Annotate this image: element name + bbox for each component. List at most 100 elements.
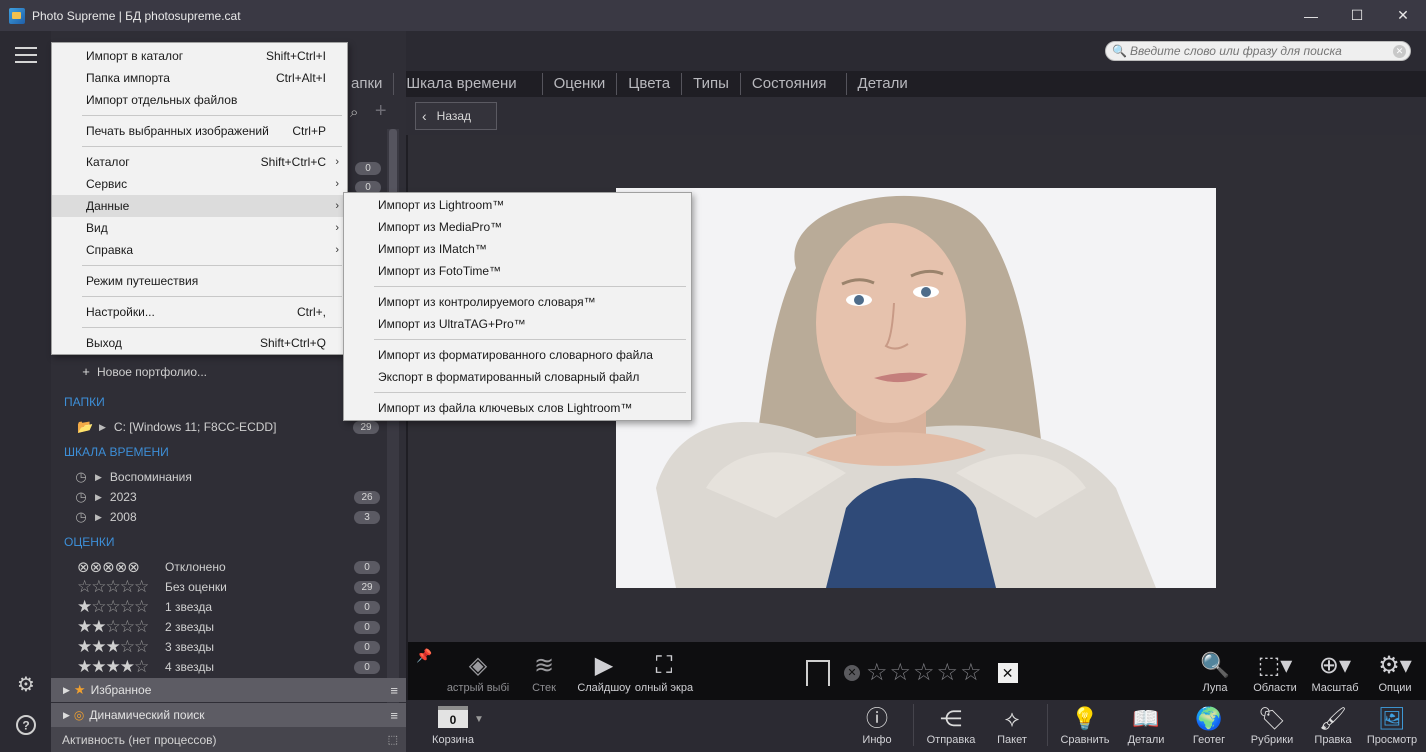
expand-arrow-icon[interactable]: ▶ [95,472,102,483]
folder-count-badge: 29 [353,420,379,434]
panel-menu-icon[interactable]: ≡ [390,708,398,723]
search-icon[interactable]: ⌕ [350,104,358,121]
back-button[interactable]: ‹ Назад [415,102,497,130]
menu-item-help[interactable]: Справка › [52,239,347,261]
minimize-button[interactable]: — [1288,0,1334,31]
folders-section-title[interactable]: ПАПКИ [64,395,105,409]
help-icon[interactable]: ? [14,714,38,738]
star-icon[interactable]: ☆ [866,658,888,687]
flag-icon[interactable] [806,659,830,686]
rating-row[interactable]: ★☆☆☆☆ 1 звезда 0 [77,597,384,617]
basket-label: Корзина [432,734,474,746]
rating-row[interactable]: ★★☆☆☆ 2 звезды 0 [77,617,384,637]
submenu-item-export-formatted-file[interactable]: Экспорт в форматированный словарный файл [344,366,691,388]
star-icon[interactable]: ☆ [890,658,912,687]
fullscreen-button[interactable]: ⛶ олный экра [624,650,704,694]
clock-icon: ◷ [75,509,87,524]
submenu-arrow-icon: › [335,178,339,190]
expand-arrow-icon[interactable]: ▶ [95,512,102,523]
options-button[interactable]: ⚙▾ Опции [1355,650,1426,694]
hamburger-menu-icon[interactable] [15,47,37,63]
menu-item-view[interactable]: Вид › [52,217,347,239]
info-button[interactable]: ⓘ Инфо [843,704,911,746]
star-icon[interactable]: ☆ [913,658,935,687]
expand-arrow-icon[interactable]: ▶ [95,492,102,503]
star-icon: ★ [73,682,86,697]
tab-ratings[interactable]: Оценки [541,73,617,95]
rating-row[interactable]: ★★★☆☆ 3 звезды 0 [77,637,384,657]
submenu-item-import-mediapro[interactable]: Импорт из MediaPro™ [344,216,691,238]
app-logo-icon [9,7,25,24]
maximize-button[interactable]: ☐ [1334,0,1380,31]
categories-button[interactable]: 🏷 Рубрики [1238,704,1306,746]
edit-button[interactable]: 🖌 Правка [1299,704,1367,746]
menu-item-import-catalog[interactable]: Импорт в каталог Shift+Ctrl+I [52,45,347,67]
search-input[interactable] [1130,44,1380,58]
basket-button[interactable]: 0 Корзина [428,704,478,746]
submenu-item-import-vocabulary[interactable]: Импорт из контролируемого словаря™ [344,291,691,313]
search-box[interactable]: 🔍 ✕ [1105,41,1411,61]
submenu-item-import-ultratag[interactable]: Импорт из UltraTAG+Pro™ [344,313,691,335]
menu-separator [82,265,342,266]
menu-item-service[interactable]: Сервис › [52,173,347,195]
add-icon[interactable]: + [375,100,387,122]
folder-row[interactable]: 📂 ▶ C: [Windows 11; F8CC-ECDD] 29 [77,417,384,437]
tab-colors[interactable]: Цвета [616,73,681,95]
menu-item-travel-mode[interactable]: Режим путешествия [52,270,347,292]
preview-image[interactable] [616,188,1216,588]
rating-row[interactable]: ☆☆☆☆☆ Без оценки 29 [77,577,384,597]
settings-gear-icon[interactable]: ⚙ [14,673,38,697]
batch-label: Пакет [997,734,1027,746]
ratings-section-title[interactable]: ОЦЕНКИ [64,535,115,549]
expand-arrow-icon[interactable]: ▶ [99,422,106,433]
tab-types[interactable]: Типы [681,73,740,95]
zoom-label: Масштаб [1311,682,1359,694]
compare-button[interactable]: 💡 Сравнить [1051,704,1119,746]
star-icon[interactable]: ☆ [960,658,982,687]
search-icon[interactable]: 🔍 [1112,44,1130,58]
batch-button[interactable]: ⟡ Пакет [978,704,1046,746]
dynamic-search-panel-header[interactable]: ▶ ◎ Динамический поиск ≡ [51,703,406,727]
menu-item-catalog[interactable]: Каталог Shift+Ctrl+C › [52,151,347,173]
activity-status[interactable]: Активность (нет процессов) ⬚ [51,727,406,752]
timeline-row[interactable]: ◷ ▶ 2023 26 [73,487,384,507]
expand-arrow-icon[interactable]: ▶ [63,710,70,721]
submenu-item-import-lightroom[interactable]: Импорт из Lightroom™ [344,194,691,216]
clock-icon: ◷ [75,469,87,484]
pin-icon[interactable]: 📌 [416,648,432,664]
basket-dropdown-icon[interactable]: ▼ [474,714,484,725]
panel-menu-icon[interactable]: ≡ [390,683,398,698]
reject-icon[interactable]: ✕ [844,664,860,681]
favorites-panel-header[interactable]: ▶ ★ Избранное ≡ [51,678,406,702]
tab-timeline[interactable]: Шкала времени [393,73,541,95]
tab-folders[interactable]: апки [340,73,393,95]
expand-panel-icon[interactable]: ⬚ [388,733,398,746]
menu-item-import-files[interactable]: Импорт отдельных файлов [52,89,347,111]
clear-search-icon[interactable]: ✕ [1393,45,1406,58]
menu-item-import-folder[interactable]: Папка импорта Ctrl+Alt+I [52,67,347,89]
clear-rating-icon[interactable]: ✕ [997,662,1018,683]
close-button[interactable]: ✕ [1380,0,1426,31]
timeline-section-title[interactable]: ШКАЛА ВРЕМЕНИ [64,445,169,459]
menu-item-label: Импорт отдельных файлов [86,93,238,107]
details-button[interactable]: 📖 Детали [1112,704,1180,746]
submenu-item-import-fototime[interactable]: Импорт из FotoTime™ [344,260,691,282]
timeline-row[interactable]: ◷ ▶ Воспоминания [73,467,384,487]
submenu-item-import-lightroom-keywords[interactable]: Импорт из файла ключевых слов Lightroom™ [344,397,691,419]
menu-item-exit[interactable]: Выход Shift+Ctrl+Q [52,332,347,354]
star-icon[interactable]: ☆ [937,658,959,687]
tab-details[interactable]: Детали [845,73,919,95]
timeline-row[interactable]: ◷ ▶ 2008 3 [73,507,384,527]
rating-row[interactable]: ⊗⊗⊗⊗⊗ Отклонено 0 [77,557,384,577]
submenu-item-import-imatch[interactable]: Импорт из IMatch™ [344,238,691,260]
expand-arrow-icon[interactable]: ▶ [63,685,70,696]
tab-states[interactable]: Состояния [739,73,846,95]
menu-item-print[interactable]: Печать выбранных изображений Ctrl+P [52,120,347,142]
geotag-button[interactable]: 🌍 Геотег [1175,704,1243,746]
menu-item-data[interactable]: Данные › [52,195,347,217]
share-button[interactable]: ⋲ Отправка [917,704,985,746]
rating-row[interactable]: ★★★★☆ 4 звезды 0 [77,657,384,677]
submenu-item-import-formatted-file[interactable]: Импорт из форматированного словарного фа… [344,344,691,366]
menu-item-settings[interactable]: Настройки... Ctrl+, [52,301,347,323]
view-button[interactable]: 🖼 Просмотр [1358,704,1426,746]
